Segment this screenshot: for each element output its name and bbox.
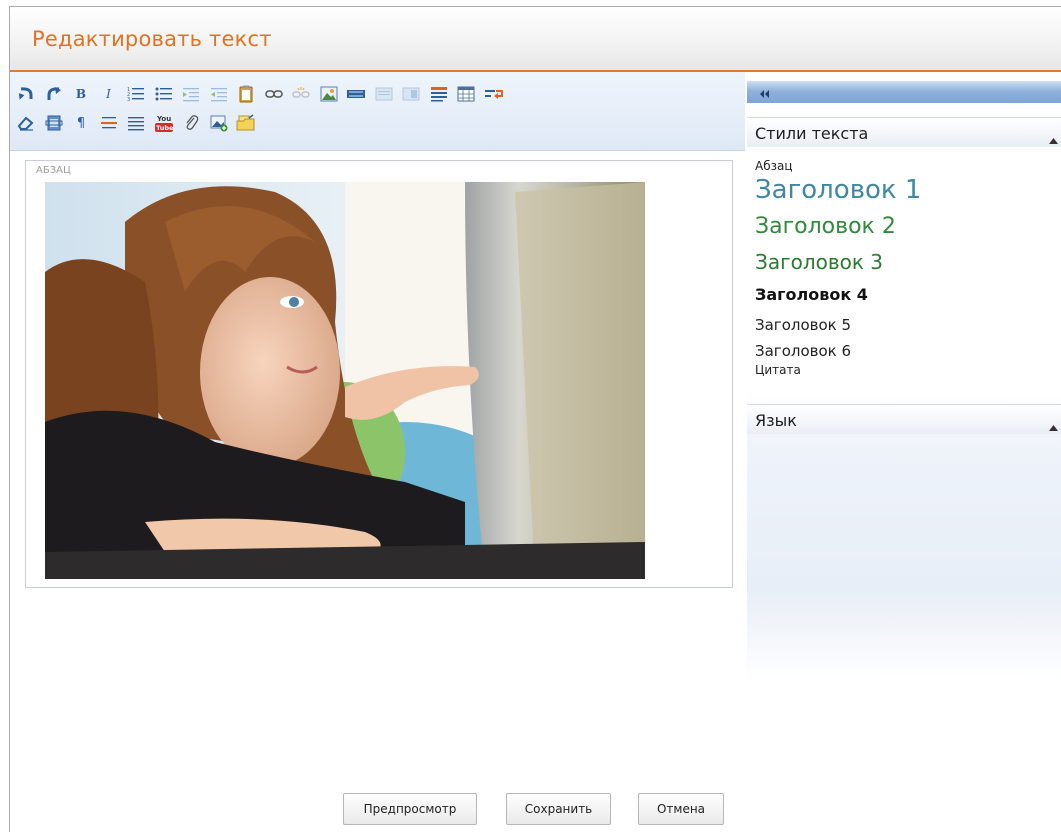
paste-icon[interactable] — [236, 84, 256, 104]
editor-content-area[interactable]: АБЗАЦ — [10, 151, 745, 811]
bold-glyph: B — [75, 87, 87, 101]
bold-icon[interactable]: B — [71, 84, 91, 104]
indent-icon[interactable] — [181, 84, 201, 104]
style-h6[interactable]: Заголовок 6 — [755, 342, 851, 360]
italic-icon[interactable]: I — [99, 84, 119, 104]
link-icon[interactable] — [264, 84, 284, 104]
align-left-icon[interactable] — [374, 84, 394, 104]
style-quote[interactable]: Цитата — [755, 363, 801, 377]
side-panel-header — [747, 81, 1061, 103]
window-title: Редактировать текст — [32, 27, 272, 51]
template-icon[interactable] — [44, 113, 64, 133]
style-h5[interactable]: Заголовок 5 — [755, 316, 851, 334]
toolbar-row-2: ¶ You Tube — [16, 110, 264, 136]
style-h1[interactable]: Заголовок 1 — [755, 175, 921, 205]
outdent-icon[interactable] — [209, 84, 229, 104]
cancel-button[interactable]: Отмена — [638, 793, 724, 825]
style-h3[interactable]: Заголовок 3 — [755, 250, 883, 274]
horizontal-rule-icon[interactable] — [99, 113, 119, 133]
youtube-icon[interactable]: You Tube — [154, 113, 174, 133]
unlink-icon[interactable] — [291, 84, 311, 104]
collapse-up-arrow-icon[interactable] — [1049, 129, 1058, 148]
collapse-panel-icon[interactable] — [759, 85, 771, 104]
editor-toolbar: B I 123 ¶ You Tube — [10, 72, 745, 151]
format-icon[interactable] — [429, 84, 449, 104]
styles-panel-title: Стили текста — [755, 124, 869, 143]
attachment-icon[interactable] — [181, 113, 201, 133]
language-panel-title: Язык — [755, 411, 797, 430]
language-panel-header[interactable]: Язык — [747, 404, 1061, 434]
style-paragraph[interactable]: Абзац — [755, 159, 793, 173]
svg-text:3: 3 — [127, 97, 130, 102]
italic-glyph: I — [106, 87, 111, 101]
justify-icon[interactable] — [126, 113, 146, 133]
content-block[interactable]: АБЗАЦ — [25, 160, 733, 588]
side-panel: Стили текста Абзац Заголовок 1 Заголовок… — [747, 72, 1061, 682]
table-icon[interactable] — [456, 84, 476, 104]
save-button[interactable]: Сохранить — [506, 793, 611, 825]
title-bar: Редактировать текст — [10, 7, 1061, 72]
media-icon[interactable] — [346, 84, 366, 104]
unordered-list-icon[interactable] — [154, 84, 174, 104]
style-h4[interactable]: Заголовок 4 — [755, 285, 868, 304]
styles-panel-header[interactable]: Стили текста — [747, 117, 1061, 147]
toolbar-row-1: B I 123 — [16, 81, 511, 107]
preview-button[interactable]: Предпросмотр — [343, 793, 477, 825]
style-h2[interactable]: Заголовок 2 — [755, 214, 896, 239]
redo-icon[interactable] — [44, 84, 64, 104]
folder-icon[interactable] — [236, 113, 256, 133]
youtube-text-top: You — [156, 115, 171, 123]
eraser-icon[interactable] — [16, 113, 36, 133]
insert-image-icon[interactable] — [209, 113, 229, 133]
editor-window: Редактировать текст B I 123 ¶ You Tube А… — [9, 6, 1061, 832]
block-type-label: АБЗАЦ — [36, 165, 71, 176]
ordered-list-icon[interactable]: 123 — [126, 84, 146, 104]
align-right-icon[interactable] — [401, 84, 421, 104]
wrap-icon[interactable] — [484, 84, 504, 104]
paragraph-icon[interactable]: ¶ — [71, 113, 91, 133]
image-icon[interactable] — [319, 84, 339, 104]
undo-icon[interactable] — [16, 84, 36, 104]
photo-girl-laptop-image[interactable] — [45, 182, 645, 579]
youtube-text-bottom: Tube — [156, 124, 173, 132]
paragraph-glyph: ¶ — [76, 115, 86, 131]
collapse-up-arrow-icon[interactable] — [1049, 416, 1058, 435]
